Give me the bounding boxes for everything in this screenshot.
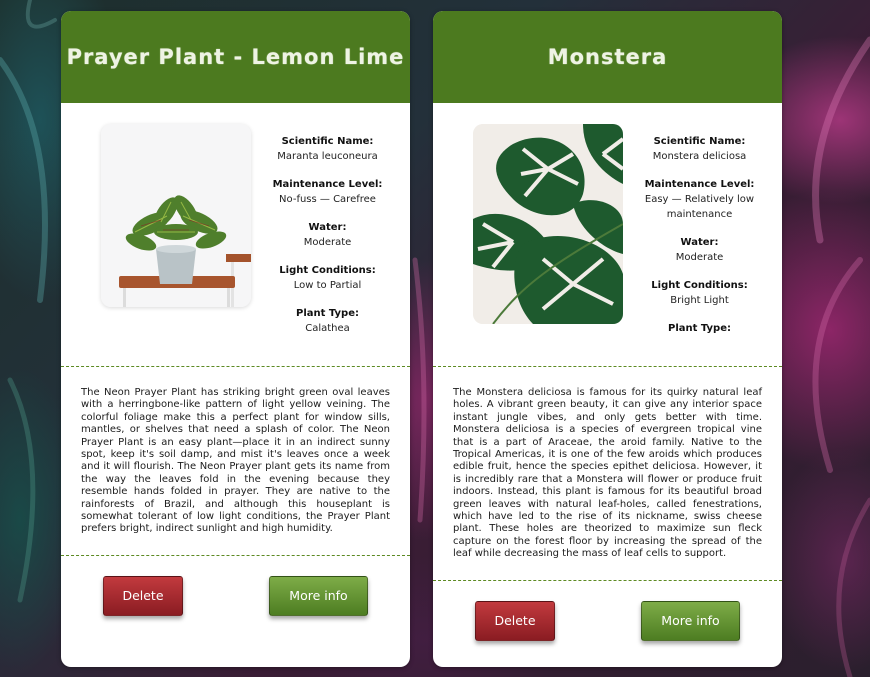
- more-info-button[interactable]: More info: [641, 600, 740, 641]
- spec-plant-type: Plant Type:: [627, 321, 772, 336]
- card-actions: Delete More info: [61, 556, 410, 616]
- spec-value: Calathea: [305, 323, 350, 334]
- spec-label: Scientific Name:: [281, 136, 374, 147]
- spec-label: Maintenance Level:: [644, 179, 755, 190]
- card-actions: Delete More info: [433, 581, 782, 641]
- plant-description: The Monstera deliciosa is famous for its…: [453, 387, 762, 560]
- delete-button[interactable]: Delete: [475, 600, 555, 641]
- spec-label: Light Conditions:: [279, 265, 376, 276]
- spec-light-conditions: Light Conditions: Low to Partial: [255, 263, 400, 293]
- spec-value: Bright Light: [670, 295, 729, 306]
- spec-water: Water: Moderate: [627, 235, 772, 265]
- spec-value: Easy — Relatively low maintenance: [644, 194, 755, 220]
- spec-water: Water: Moderate: [255, 220, 400, 250]
- spec-scientific-name: Scientific Name: Maranta leuconeura: [255, 134, 400, 164]
- spec-value: No-fuss — Carefree: [279, 194, 376, 205]
- spec-plant-type: Plant Type: Calathea: [255, 306, 400, 336]
- spec-maintenance-level: Maintenance Level: Easy — Relatively low…: [627, 177, 772, 222]
- spec-label: Plant Type:: [668, 323, 731, 334]
- spec-value: Moderate: [675, 252, 724, 263]
- card-overview: Scientific Name: Maranta leuconeura Main…: [61, 103, 410, 349]
- plant-description: The Neon Prayer Plant has striking brigh…: [81, 387, 390, 535]
- spec-label: Light Conditions:: [651, 280, 748, 291]
- card-header: Monstera: [433, 11, 782, 103]
- spec-label: Water:: [308, 222, 347, 233]
- plant-specs: Scientific Name: Maranta leuconeura Main…: [255, 124, 400, 349]
- spec-scientific-name: Scientific Name: Monstera deliciosa: [627, 134, 772, 164]
- plant-specs: Scientific Name: Monstera deliciosa Main…: [627, 124, 772, 349]
- spec-value: Monstera deliciosa: [652, 151, 747, 162]
- monstera-leaves-photo: [473, 124, 623, 324]
- spec-label: Scientific Name:: [653, 136, 746, 147]
- spec-label: Water:: [680, 237, 719, 248]
- spec-label: Maintenance Level:: [272, 179, 383, 190]
- plant-card-monstera: Monstera Scientific Name: Monstera delic…: [433, 11, 782, 667]
- spec-light-conditions: Light Conditions: Bright Light: [627, 278, 772, 308]
- spec-value: Moderate: [303, 237, 352, 248]
- card-title: Prayer Plant - Lemon Lime: [66, 45, 405, 69]
- spec-label: Plant Type:: [296, 308, 359, 319]
- spec-value: Low to Partial: [293, 280, 362, 291]
- plant-card-prayer-plant: Prayer Plant - Lemon Lime Scientific Nam…: [61, 11, 410, 667]
- spec-value: Maranta leuconeura: [277, 151, 378, 162]
- card-title: Monstera: [547, 45, 668, 69]
- more-info-button[interactable]: More info: [269, 575, 368, 616]
- potted-prayer-plant-photo: [101, 124, 251, 307]
- spec-maintenance-level: Maintenance Level: No-fuss — Carefree: [255, 177, 400, 207]
- card-overview: Scientific Name: Monstera deliciosa Main…: [433, 103, 782, 349]
- card-header: Prayer Plant - Lemon Lime: [61, 11, 410, 103]
- delete-button[interactable]: Delete: [103, 575, 183, 616]
